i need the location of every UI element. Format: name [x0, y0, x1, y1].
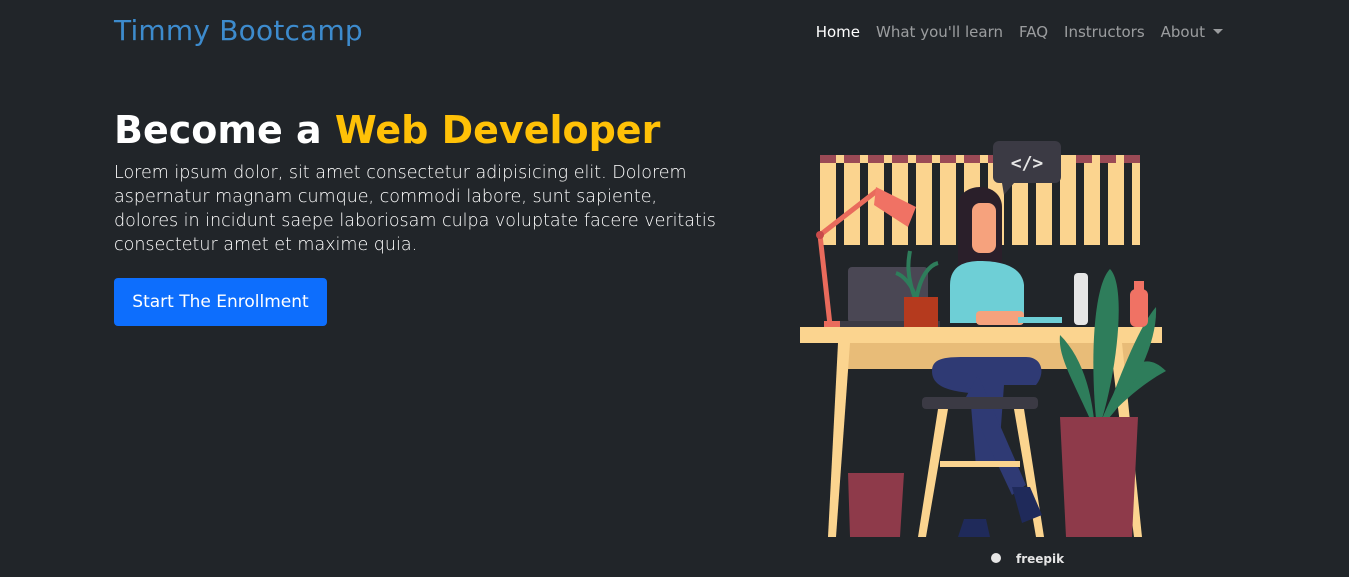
nav-link-instructors[interactable]: Instructors	[1064, 23, 1145, 41]
freepik-credit-text: freepik	[1016, 552, 1065, 566]
code-tag-text: </>	[1011, 153, 1044, 174]
developer-at-desk-image: </> freepik	[800, 141, 1166, 566]
nav-link-home[interactable]: Home	[816, 23, 860, 41]
start-enrollment-button[interactable]: Start The Enrollment	[114, 278, 327, 326]
developer-illustration: </> freepik	[790, 135, 1180, 577]
nav-dropdown-about[interactable]: About	[1161, 23, 1223, 41]
navbar: Timmy Bootcamp Home What you'll learn FA…	[0, 0, 1349, 68]
nav-link-about-label: About	[1160, 23, 1205, 41]
hero-title-highlight: Web Developer	[334, 108, 661, 152]
nav-links: Home What you'll learn FAQ Instructors A…	[816, 23, 1223, 41]
brand-logo[interactable]: Timmy Bootcamp	[114, 14, 363, 47]
hero-title: Become a Web Developer	[114, 108, 660, 152]
hero-description: Lorem ipsum dolor, sit amet consectetur …	[114, 163, 716, 255]
hero-title-prefix: Become a	[114, 108, 335, 152]
nav-link-faq[interactable]: FAQ	[1019, 23, 1048, 41]
caret-down-icon	[1213, 29, 1223, 34]
nav-link-what-youll-learn[interactable]: What you'll learn	[876, 23, 1003, 41]
